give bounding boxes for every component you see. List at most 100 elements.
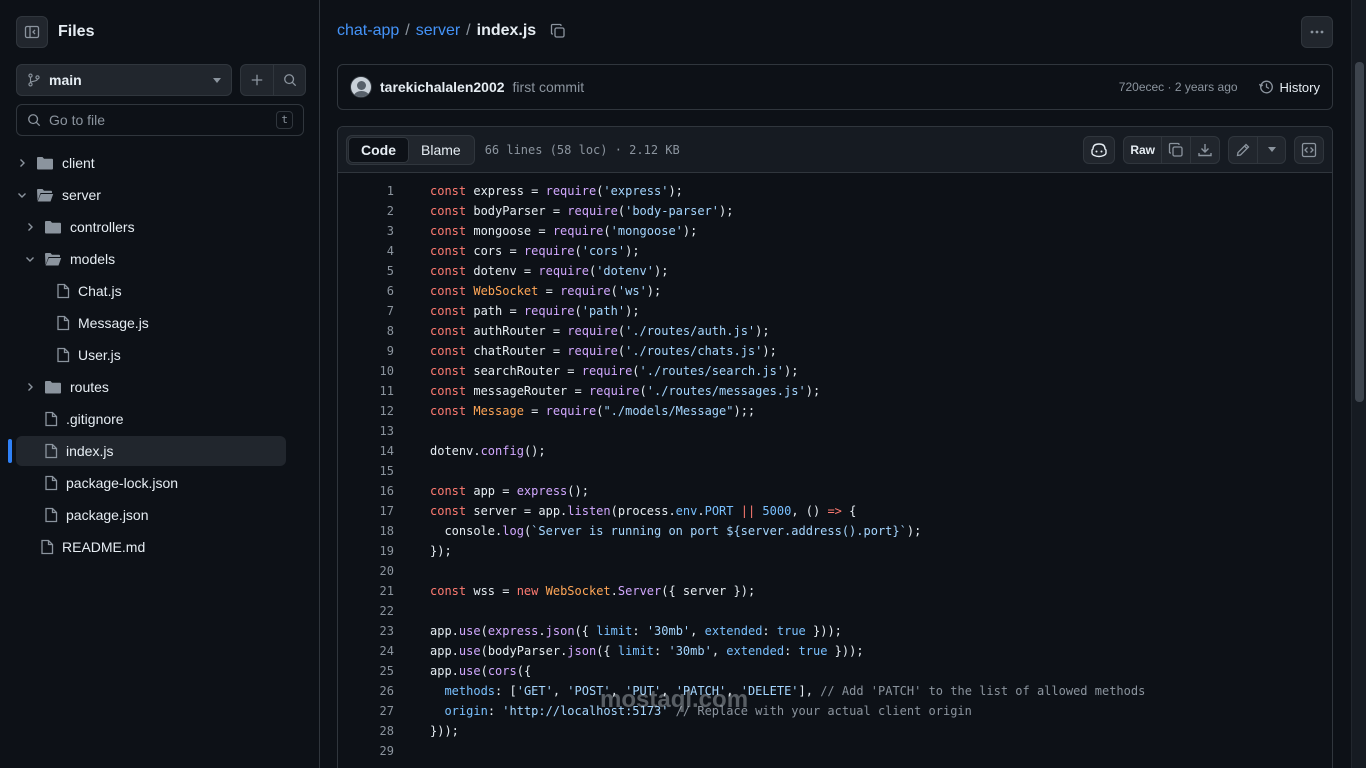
line-number[interactable]: 3 [338, 224, 394, 238]
code-text: const cors = require('cors'); [430, 244, 640, 258]
tree-file-readme-md[interactable]: README.md [40, 532, 145, 562]
code-view[interactable]: 1 const express = require('express'); 2 con… [338, 173, 1332, 761]
copy-path-button[interactable] [550, 23, 566, 39]
code-line: 27 origin: 'http://localhost:5173' // Re… [338, 701, 1332, 721]
line-number[interactable]: 22 [338, 604, 394, 618]
tree-file-index-js[interactable]: index.js [16, 436, 286, 466]
tree-file-user-js[interactable]: User.js [56, 340, 121, 370]
line-number[interactable]: 13 [338, 424, 394, 438]
line-number[interactable]: 12 [338, 404, 394, 418]
line-number[interactable]: 11 [338, 384, 394, 398]
code-line: 5 const dotenv = require('dotenv'); [338, 261, 1332, 281]
line-number[interactable]: 25 [338, 664, 394, 678]
tree-file-package-json[interactable]: package.json [44, 500, 149, 530]
line-number[interactable]: 7 [338, 304, 394, 318]
watermark: mostaql.com [600, 686, 749, 713]
tree-item-label: server [62, 187, 101, 203]
line-number[interactable]: 9 [338, 344, 394, 358]
search-icon [283, 74, 296, 87]
line-number[interactable]: 10 [338, 364, 394, 378]
breadcrumb-repo-link[interactable]: chat-app [337, 22, 399, 40]
file-icon [41, 539, 54, 555]
chevron-down-icon[interactable] [16, 189, 28, 201]
line-number[interactable]: 6 [338, 284, 394, 298]
raw-button[interactable]: Raw [1124, 137, 1161, 163]
line-number[interactable]: 1 [338, 184, 394, 198]
tab-code[interactable]: Code [348, 136, 409, 163]
chevron-right-icon[interactable] [16, 157, 28, 169]
tree-folder-controllers[interactable]: controllers [24, 212, 135, 242]
code-text: const wss = new WebSocket.Server({ serve… [430, 584, 756, 598]
add-file-button[interactable] [241, 65, 273, 95]
line-number[interactable]: 21 [338, 584, 394, 598]
line-number[interactable]: 26 [338, 684, 394, 698]
edit-button[interactable] [1229, 137, 1257, 163]
line-number[interactable]: 27 [338, 704, 394, 718]
file-viewer: Code Blame 66 lines (58 loc) · 2.12 KB R… [337, 126, 1333, 768]
edit-options-button[interactable] [1257, 136, 1285, 163]
code-text: const messageRouter = require('./routes/… [430, 384, 821, 398]
collapse-sidebar-button[interactable] [16, 16, 48, 48]
breadcrumb-separator: / [466, 22, 471, 39]
chevron-right-icon[interactable] [24, 221, 36, 233]
history-button[interactable]: History [1258, 79, 1320, 95]
symbols-panel-button[interactable] [1294, 135, 1324, 164]
line-number[interactable]: 23 [338, 624, 394, 638]
code-line: 7 const path = require('path'); [338, 301, 1332, 321]
code-line: 21 const wss = new WebSocket.Server({ ser… [338, 581, 1332, 601]
tree-file-gitignore[interactable]: .gitignore [44, 404, 124, 434]
line-number[interactable]: 19 [338, 544, 394, 558]
line-number[interactable]: 18 [338, 524, 394, 538]
line-number[interactable]: 2 [338, 204, 394, 218]
line-number[interactable]: 24 [338, 644, 394, 658]
line-number[interactable]: 16 [338, 484, 394, 498]
code-line: 11 const messageRouter = require('./route… [338, 381, 1332, 401]
folder-icon [45, 221, 61, 234]
branch-selector[interactable]: main [16, 64, 232, 96]
line-number[interactable]: 15 [338, 464, 394, 478]
tree-file-package-lock-json[interactable]: package-lock.json [44, 468, 178, 498]
line-number[interactable]: 14 [338, 444, 394, 458]
chevron-right-icon[interactable] [24, 381, 36, 393]
plus-icon [251, 74, 263, 86]
avatar[interactable] [350, 76, 372, 98]
page-scrollbar[interactable] [1351, 0, 1366, 768]
folder-open-icon [45, 253, 62, 266]
scrollbar-thumb[interactable] [1355, 62, 1364, 402]
code-line: 2 const bodyParser = require('body-parser… [338, 201, 1332, 221]
tree-folder-client[interactable]: client [16, 148, 95, 178]
commit-message[interactable]: first commit [513, 79, 585, 95]
code-line: 6 const WebSocket = require('ws'); [338, 281, 1332, 301]
git-branch-icon [28, 73, 40, 87]
code-line: 9 const chatRouter = require('./routes/ch… [338, 341, 1332, 361]
tree-file-chat-js[interactable]: Chat.js [56, 276, 122, 306]
tree-file-message-js[interactable]: Message.js [56, 308, 149, 338]
line-number[interactable]: 28 [338, 724, 394, 738]
tab-blame[interactable]: Blame [409, 137, 473, 163]
copy-raw-button[interactable] [1161, 136, 1190, 163]
code-line: 12 const Message = require("./models/Mess… [338, 401, 1332, 421]
tree-item-label: Message.js [78, 315, 149, 331]
breadcrumb-folder-link[interactable]: server [416, 22, 460, 40]
tree-folder-models[interactable]: models [24, 244, 115, 274]
commit-meta[interactable]: 720ecec · 2 years ago [1119, 80, 1238, 94]
more-options-button[interactable] [1301, 16, 1333, 48]
tree-folder-routes[interactable]: routes [24, 372, 109, 402]
line-number[interactable]: 20 [338, 564, 394, 578]
download-button[interactable] [1190, 136, 1219, 163]
copilot-icon [1091, 142, 1108, 157]
go-to-file-input[interactable] [49, 112, 269, 128]
line-number[interactable]: 8 [338, 324, 394, 338]
branch-name: main [49, 72, 82, 88]
search-files-button[interactable] [273, 65, 305, 95]
commit-author[interactable]: tarekichalalen2002 [380, 79, 505, 95]
line-number[interactable]: 4 [338, 244, 394, 258]
copilot-button[interactable] [1083, 135, 1116, 164]
chevron-down-icon[interactable] [24, 253, 36, 265]
code-text: console.log(`Server is running on port $… [430, 524, 922, 538]
go-to-file-field[interactable]: t [16, 104, 304, 136]
tree-folder-server[interactable]: server [16, 180, 101, 210]
line-number[interactable]: 5 [338, 264, 394, 278]
line-number[interactable]: 17 [338, 504, 394, 518]
line-number[interactable]: 29 [338, 744, 394, 758]
